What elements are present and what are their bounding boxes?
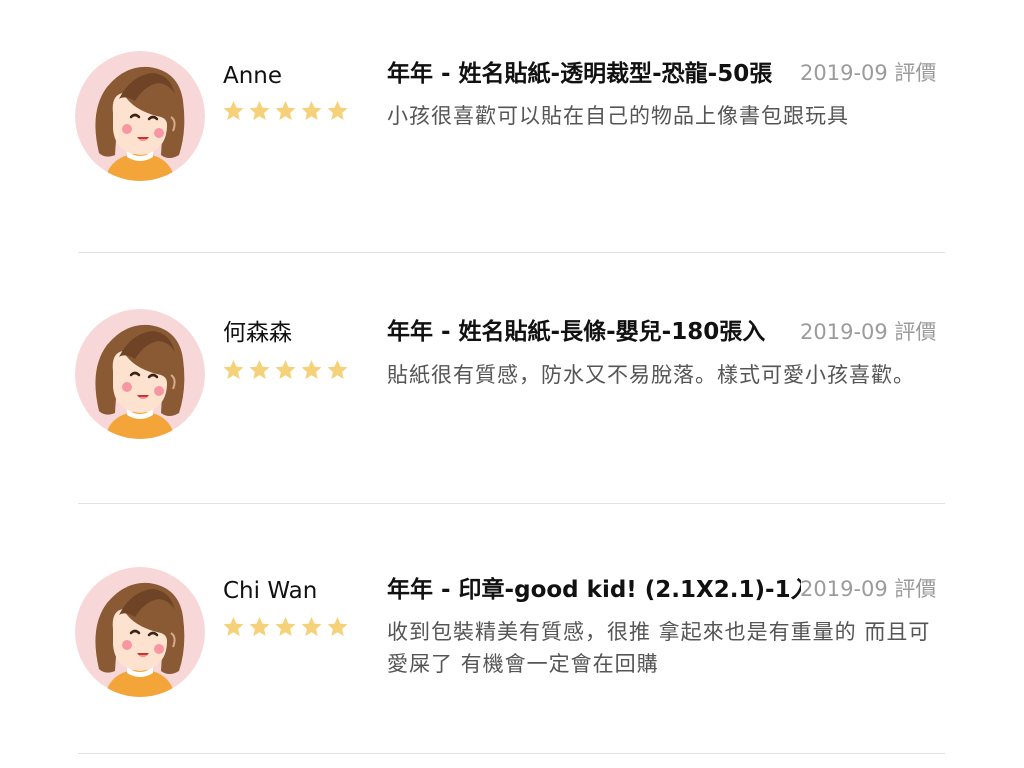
- review-date: 2019-09 評價: [800, 61, 937, 85]
- reviewer-name: 何森森: [223, 320, 292, 346]
- review-date: 2019-09 評價: [800, 320, 937, 344]
- star-icon: [301, 360, 322, 379]
- star-icon: [249, 360, 270, 379]
- star-icon: [301, 101, 322, 120]
- star-icon: [275, 617, 296, 636]
- avatar-icon: [75, 567, 205, 697]
- star-icon: [223, 101, 244, 120]
- product-title[interactable]: 年年 - 印章-good kid! (2.1X2.1)-1入: [387, 576, 801, 604]
- avatar-icon: [75, 309, 205, 439]
- star-rating: [221, 615, 350, 639]
- reviewer-name: Chi Wan: [223, 578, 318, 604]
- review-text: 貼紙很有質感，防水又不易脫落。樣式可愛小孩喜歡。: [387, 363, 915, 387]
- star-rating: [221, 99, 350, 123]
- divider: [78, 753, 945, 754]
- star-icon: [275, 101, 296, 120]
- star-icon: [249, 617, 270, 636]
- star-icon: [223, 617, 244, 636]
- star-icon: [275, 360, 296, 379]
- review-date: 2019-09 評價: [800, 577, 937, 601]
- product-title[interactable]: 年年 - 姓名貼紙-透明裁型-恐龍-50張: [387, 60, 801, 88]
- review-item: Anne 年年 - 姓名貼紙-透明裁型-恐龍-50張 2019-09 評價 小孩…: [0, 0, 1024, 252]
- star-icon: [327, 360, 348, 379]
- review-text: 小孩很喜歡可以貼在自己的物品上像書包跟玩具: [387, 104, 849, 128]
- product-title[interactable]: 年年 - 姓名貼紙-長條-嬰兒-180張入: [387, 318, 801, 346]
- review-item: 何森森 年年 - 姓名貼紙-長條-嬰兒-180張入 2019-09 評價 貼紙很…: [0, 253, 1024, 503]
- star-icon: [301, 617, 322, 636]
- review-list: Anne 年年 - 姓名貼紙-透明裁型-恐龍-50張 2019-09 評價 小孩…: [0, 0, 1024, 768]
- star-icon: [223, 360, 244, 379]
- review-item: Chi Wan 年年 - 印章-good kid! (2.1X2.1)-1入 2…: [0, 504, 1024, 753]
- reviewer-name: Anne: [223, 63, 283, 89]
- star-rating: [221, 358, 350, 382]
- avatar-icon: [75, 51, 205, 181]
- review-text: 收到包裝精美有質感，很推 拿起來也是有重量的 而且可愛屎了 有機會一定會在回購: [387, 620, 931, 676]
- star-icon: [327, 617, 348, 636]
- star-icon: [249, 101, 270, 120]
- star-icon: [327, 101, 348, 120]
